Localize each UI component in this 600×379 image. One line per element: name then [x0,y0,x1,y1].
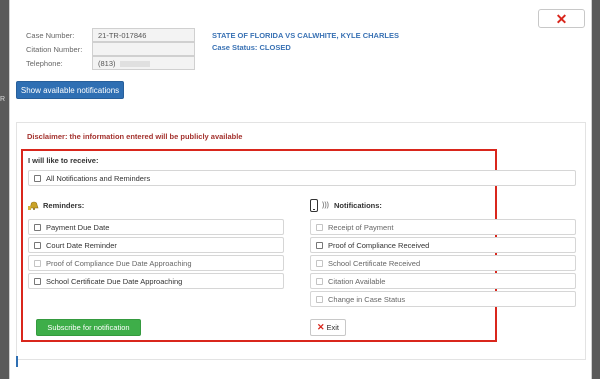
notification-option-proof-of-compliance[interactable]: Proof of Compliance Received [310,237,576,253]
telephone-field: (813) [92,56,195,70]
notification-option-school-certificate[interactable]: School Certificate Received [310,255,576,271]
reminder-checkbox[interactable] [34,241,41,249]
modal-backdrop-right [591,0,600,379]
reminder-option-court-date[interactable]: Court Date Reminder [28,237,284,253]
modal-backdrop-left: R [0,0,9,379]
exit-label: Exit [326,323,340,332]
notification-label: Proof of Compliance Received [328,240,430,250]
all-notifications-checkbox[interactable] [34,174,41,182]
notifications-heading-label: Notifications: [334,201,382,210]
reminder-checkbox[interactable] [34,259,41,267]
reminder-label: Proof of Compliance Due Date Approaching [46,258,192,268]
signal-icon: ))) [322,202,329,209]
notification-label: Receipt of Payment [328,222,394,232]
reminders-heading: Reminders: [28,200,84,210]
disclaimer-text: Disclaimer: the information entered will… [27,132,243,141]
citation-number-label: Citation Number: [26,45,83,54]
reminders-heading-label: Reminders: [43,200,85,210]
notification-checkbox[interactable] [316,259,323,267]
phone-icon [310,199,318,212]
background-page-edge: R [0,96,6,103]
redacted-phone [119,61,150,68]
telephone-label: Telephone: [26,59,63,68]
notification-checkbox[interactable] [316,277,323,285]
notification-checkbox[interactable] [316,223,323,231]
receive-label: I will like to receive: [28,156,99,165]
reminder-checkbox[interactable] [34,223,41,231]
reminder-label: Payment Due Date [46,222,110,232]
show-notifications-button[interactable]: Show available notifications [16,81,124,99]
exit-button[interactable]: ✕ Exit [310,319,346,336]
notification-checkbox[interactable] [316,295,323,303]
bell-icon [28,200,39,210]
reminder-option-school-certificate[interactable]: School Certificate Due Date Approaching [28,273,284,289]
reminder-label: School Certificate Due Date Approaching [46,276,183,286]
notification-option-receipt-of-payment[interactable]: Receipt of Payment [310,219,576,235]
x-icon: ✕ [316,322,325,332]
all-notifications-label: All Notifications and Reminders [46,173,151,183]
all-notifications-option[interactable]: All Notifications and Reminders [28,170,576,186]
text-cursor [16,356,18,367]
case-title: STATE OF FLORIDA VS CALWHITE, KYLE CHARL… [212,31,399,40]
close-button[interactable]: ✕ [538,9,585,28]
case-number-label: Case Number: [26,31,75,40]
reminder-checkbox[interactable] [34,277,41,285]
subscribe-button[interactable]: Subscribe for notification [36,319,141,336]
reminder-option-proof-of-compliance[interactable]: Proof of Compliance Due Date Approaching [28,255,284,271]
notifications-heading: ))) Notifications: [310,199,382,212]
notification-option-change-in-case-status[interactable]: Change in Case Status [310,291,576,307]
notification-option-citation-available[interactable]: Citation Available [310,273,576,289]
reminder-label: Court Date Reminder [46,240,117,250]
notification-label: Citation Available [328,276,386,286]
notification-checkbox[interactable] [316,241,323,249]
notification-modal: ✕ Case Number: 21-TR-017846 Citation Num… [9,0,592,379]
citation-number-field [92,42,195,56]
case-number-field: 21-TR-017846 [92,28,195,42]
reminder-option-payment-due[interactable]: Payment Due Date [28,219,284,235]
close-icon: ✕ [555,10,568,27]
notification-label: Change in Case Status [328,294,406,304]
notification-label: School Certificate Received [328,258,421,268]
case-status: Case Status: CLOSED [212,43,291,52]
telephone-value: (813) [98,59,116,68]
